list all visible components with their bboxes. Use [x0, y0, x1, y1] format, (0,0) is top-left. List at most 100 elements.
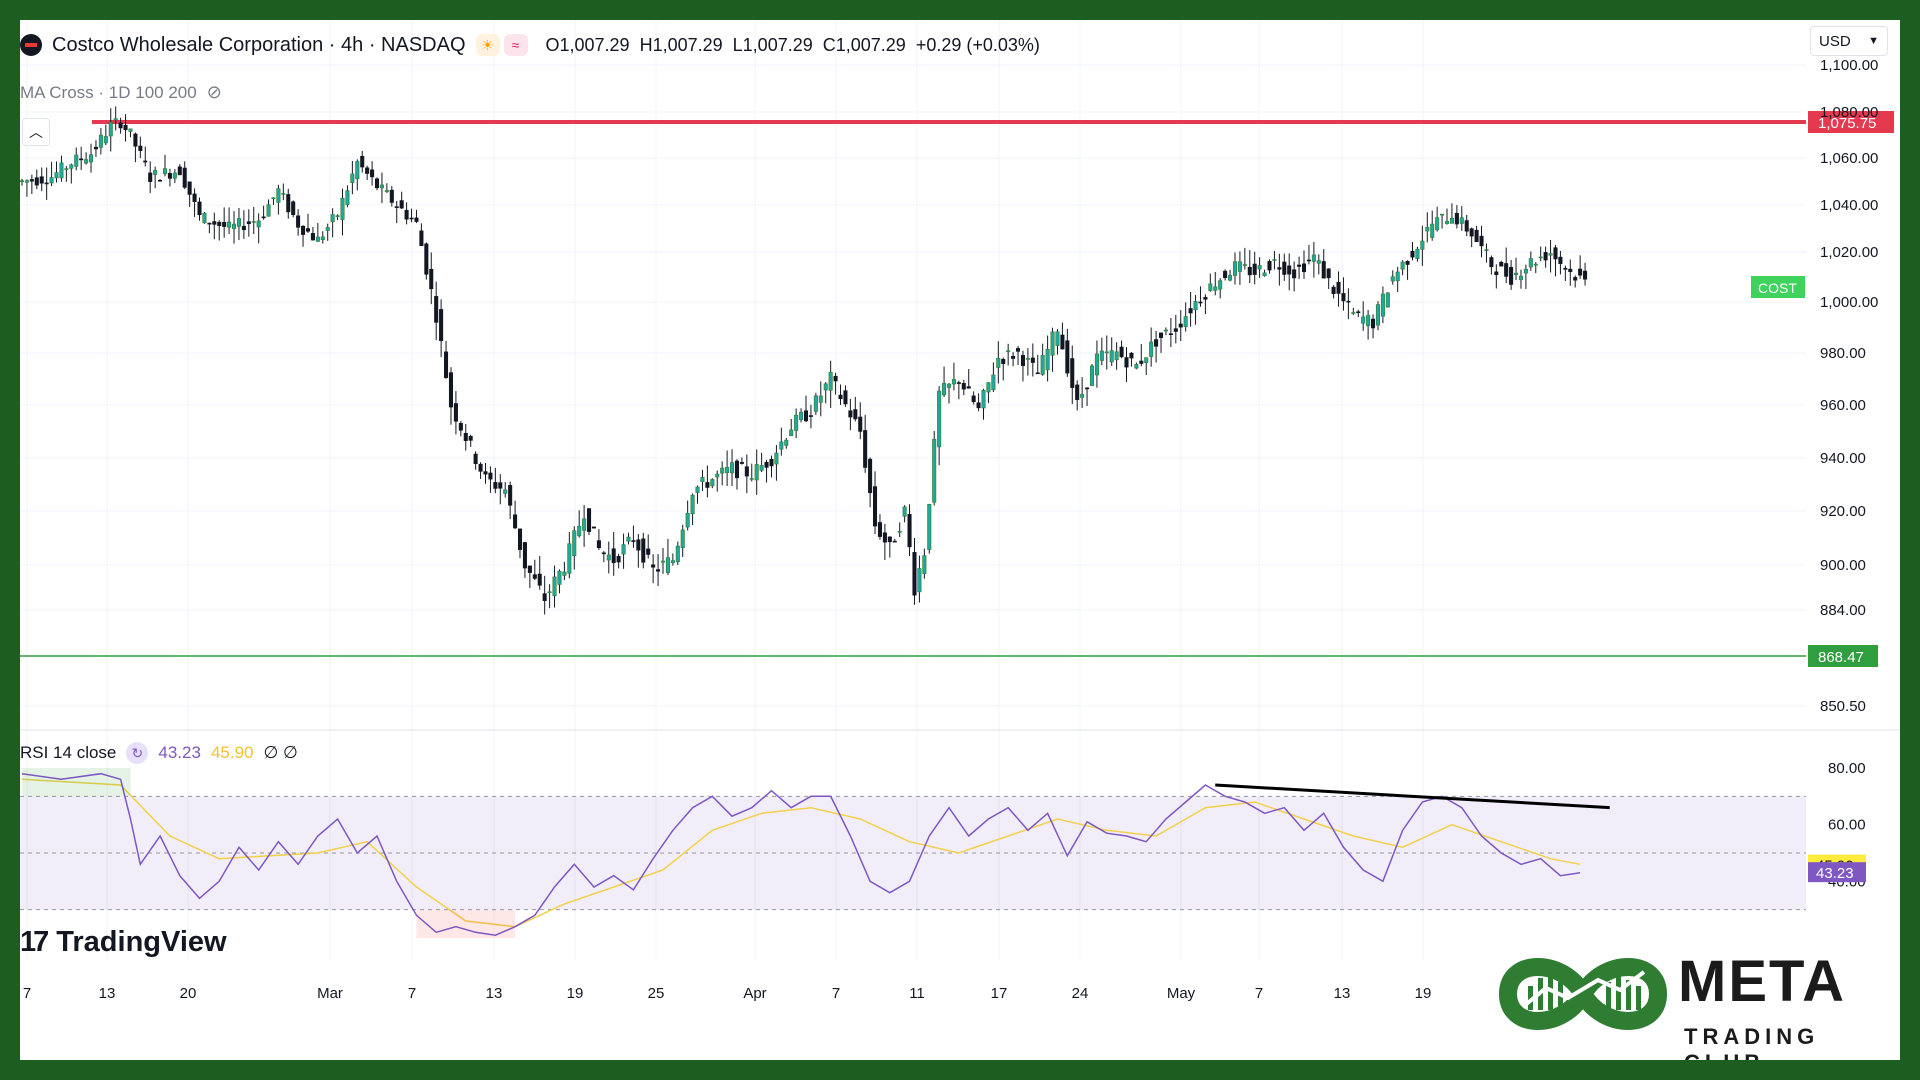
time-tick-label: 7 [23, 985, 31, 1002]
candle-body [611, 548, 616, 564]
candle-body [838, 394, 843, 400]
candle-body [251, 221, 256, 223]
candle-body [828, 371, 833, 391]
candle-body [685, 513, 690, 528]
candle-body [631, 540, 636, 542]
time-tick-label: 19 [567, 985, 584, 1002]
time-tick-label: 13 [99, 985, 116, 1002]
candle-body [754, 464, 759, 481]
candle-body [1203, 296, 1208, 300]
candle-body [961, 383, 966, 390]
candle-body [162, 168, 168, 175]
candle-body [1563, 267, 1568, 270]
candle-body [1045, 348, 1050, 371]
candle-body [24, 180, 29, 183]
candle-body [448, 372, 454, 408]
candle-body [133, 133, 138, 147]
candle-body [695, 486, 700, 493]
candle-body [1425, 227, 1430, 232]
candle-body [532, 574, 537, 579]
wave-icon[interactable]: ≈ [503, 34, 528, 56]
candle-body [148, 172, 153, 182]
candle-body [759, 465, 764, 471]
candle-body [577, 525, 582, 537]
candle-body [197, 201, 202, 216]
indicator-legend[interactable]: MA Cross · 1D 100 200 ⊘ [20, 82, 222, 103]
candle-body [1326, 268, 1331, 279]
time-tick-label: 25 [648, 985, 665, 1002]
candle-body [1489, 257, 1494, 268]
time-tick-label: 19 [1415, 985, 1432, 1002]
eye-hidden-icon[interactable]: ⊘ [207, 82, 222, 103]
candle-body [113, 118, 118, 121]
rsi-label[interactable]: RSI 14 close [20, 743, 116, 763]
candle-body [29, 179, 34, 182]
candle-body [641, 538, 646, 563]
symbol-title[interactable]: Costco Wholesale Corporation · 4h · NASD… [52, 34, 466, 57]
ma-cross-label[interactable]: MA Cross · 1D 100 200 [20, 83, 197, 103]
price-tick-label: 1,020.00 [1820, 244, 1878, 261]
rsi-value-tag-label: 43.23 [1816, 865, 1854, 882]
candle-body [246, 221, 251, 225]
candle-body [1075, 384, 1080, 400]
candle-body [222, 221, 227, 227]
time-tick-label: 13 [486, 985, 503, 1002]
candle-body [1356, 311, 1361, 314]
rsi-overbought-fill [22, 768, 131, 797]
candle-body [167, 173, 172, 179]
candle-body [54, 172, 59, 179]
candle-body [636, 539, 641, 551]
candle-body [833, 375, 838, 382]
price-tick-label: 850.50 [1820, 698, 1866, 715]
candle-body [1297, 264, 1302, 267]
candle-body [1040, 355, 1045, 375]
rsi-legend[interactable]: RSI 14 close ↻ 43.23 45.90 ∅ ∅ [20, 742, 298, 764]
candle-body [1144, 357, 1149, 363]
collapse-legend-button[interactable]: ︿ [22, 118, 50, 146]
time-tick-label: 7 [408, 985, 416, 1002]
candle-body [656, 569, 661, 572]
candle-body [917, 568, 922, 593]
price-chart[interactable]: 80.0060.0040.0020.0045.9043.23 1,075.758… [20, 20, 1900, 1060]
candle-body [873, 486, 878, 527]
candle-body [1149, 341, 1154, 357]
candle-body [1316, 260, 1321, 264]
candle-body [1218, 280, 1223, 290]
sun-icon[interactable]: ☀ [475, 34, 500, 56]
chevron-up-icon: ︿ [29, 124, 43, 140]
candle-body [749, 478, 754, 480]
candle-body [1484, 249, 1489, 251]
candle-body [1257, 265, 1262, 270]
candle-body [1548, 253, 1553, 256]
candle-body [552, 576, 557, 597]
candle-body [429, 268, 434, 290]
candle-body [1400, 261, 1405, 270]
candle-body [572, 530, 577, 557]
candle-body [1104, 351, 1109, 354]
candle-body [1371, 318, 1376, 329]
candle-body [1514, 272, 1519, 275]
candle-body [739, 462, 744, 464]
candle-body [779, 441, 784, 450]
currency-select[interactable]: USD ▼ [1810, 26, 1888, 56]
time-tick-label: May [1167, 985, 1196, 1002]
candle-body [1464, 220, 1469, 232]
candle-body [887, 536, 892, 543]
candle-body [187, 181, 192, 195]
time-tick-label: Apr [743, 985, 766, 1002]
candle-body [1006, 350, 1011, 352]
candle-body [1390, 276, 1395, 282]
candle-body [1366, 315, 1371, 327]
refresh-icon[interactable]: ↻ [126, 742, 149, 764]
candle-body [1583, 270, 1588, 280]
candle-body [562, 571, 567, 576]
candle-body [414, 217, 419, 222]
symbol-tag-label: COST [1758, 280, 1797, 296]
candle-body [734, 460, 739, 479]
rsi-ma-value: 45.90 [210, 743, 254, 762]
candle-body [616, 555, 621, 563]
candle-body [853, 409, 858, 420]
candle-body [365, 167, 370, 174]
price-tick-label: 1,080.00 [1820, 104, 1878, 121]
symbol-logo-icon [20, 34, 42, 56]
